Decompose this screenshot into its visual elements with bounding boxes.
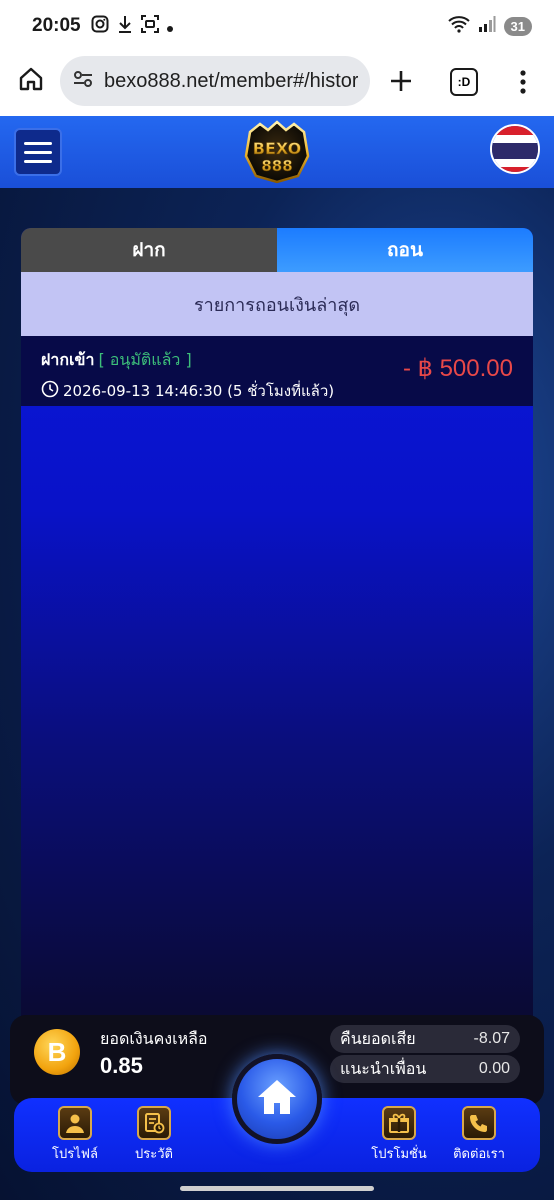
home-button[interactable] xyxy=(232,1054,322,1144)
nav-label: ประวัติ xyxy=(135,1147,173,1162)
status-icons-right: 31 xyxy=(447,15,532,37)
site-settings-icon[interactable] xyxy=(72,68,94,94)
menu-line xyxy=(24,141,52,145)
site-header: BEXO 888 xyxy=(0,116,554,188)
transaction-row[interactable]: ฝากเข้า[ อนุมัติแล้ว ] 2026-09-13 14:46:… xyxy=(21,336,533,406)
tab-bar: ฝาก ถอน xyxy=(21,228,533,272)
history-icon xyxy=(137,1106,171,1140)
site-logo[interactable]: BEXO 888 xyxy=(238,120,316,184)
promotion-icon xyxy=(382,1106,416,1140)
section-title: รายการถอนเงินล่าสุด xyxy=(21,272,533,336)
balance-label: ยอดเงินคงเหลือ xyxy=(100,1029,208,1048)
referral-value: 0.00 xyxy=(478,1060,510,1077)
bitcoin-coin-icon: B xyxy=(34,1029,80,1075)
clock-icon xyxy=(41,380,59,402)
instagram-icon xyxy=(91,15,109,37)
new-tab-icon[interactable] xyxy=(388,68,414,94)
contact-icon xyxy=(462,1106,496,1140)
battery-indicator: 31 xyxy=(503,16,532,36)
referral-label: แนะนำเพื่อน xyxy=(340,1058,427,1078)
dot-icon xyxy=(166,17,173,36)
history-panel: ฝาก ถอน รายการถอนเงินล่าสุด ฝากเข้า[ อนุ… xyxy=(21,228,533,1028)
tab-withdraw[interactable]: ถอน xyxy=(277,228,533,272)
more-icon[interactable] xyxy=(516,68,530,96)
hamburger-menu-button[interactable] xyxy=(14,128,62,176)
transaction-time: 2026-09-13 14:46:30 (5 ชั่วโมงที่แล้ว) xyxy=(63,382,335,400)
nav-contact[interactable]: ติดต่อเรา xyxy=(444,1106,514,1164)
url-text[interactable]: bexo888.net/member#/histor xyxy=(104,70,358,93)
referral-stat[interactable]: แนะนำเพื่อน 0.00 xyxy=(330,1055,520,1083)
nav-promotion[interactable]: โปรโมชั่น xyxy=(364,1106,434,1164)
tabs-icon[interactable]: :D xyxy=(450,68,478,96)
nav-history[interactable]: ประวัติ xyxy=(119,1106,189,1164)
cashback-value: -8.07 xyxy=(473,1030,510,1047)
svg-text:BEXO: BEXO xyxy=(253,139,302,158)
gesture-handle[interactable] xyxy=(180,1186,374,1191)
tab-deposit[interactable]: ฝาก xyxy=(21,228,277,272)
nav-label: โปรโมชั่น xyxy=(371,1147,427,1162)
transaction-type: ฝากเข้า xyxy=(41,350,95,369)
profile-icon xyxy=(58,1106,92,1140)
menu-line xyxy=(24,159,52,163)
nav-profile[interactable]: โปรไฟล์ xyxy=(40,1106,110,1164)
cashback-stat[interactable]: คืนยอดเสีย -8.07 xyxy=(330,1025,520,1053)
nav-label: ติดต่อเรา xyxy=(453,1147,505,1162)
signal-icon xyxy=(478,15,496,37)
transaction-amount: - ฿ 500.00 xyxy=(402,355,513,382)
browser-toolbar: bexo888.net/member#/histor :D xyxy=(0,52,554,116)
download-icon xyxy=(117,15,133,37)
menu-line xyxy=(24,150,52,154)
nav-label: โปรไฟล์ xyxy=(52,1147,98,1162)
home-icon[interactable] xyxy=(18,66,44,92)
status-icons-left xyxy=(91,15,173,37)
address-bar[interactable]: bexo888.net/member#/histor xyxy=(60,56,370,106)
wifi-icon xyxy=(447,15,470,37)
home-icon xyxy=(255,1077,299,1121)
status-bar: 20:05 31 xyxy=(0,0,554,52)
screenshot-icon xyxy=(140,15,159,37)
svg-text:888: 888 xyxy=(261,157,292,175)
thailand-flag-icon[interactable] xyxy=(490,124,540,174)
balance-value: 0.85 xyxy=(100,1053,143,1078)
cashback-label: คืนยอดเสีย xyxy=(340,1028,416,1048)
status-time: 20:05 xyxy=(32,15,81,36)
transaction-status: [ อนุมัติแล้ว ] xyxy=(98,350,192,369)
